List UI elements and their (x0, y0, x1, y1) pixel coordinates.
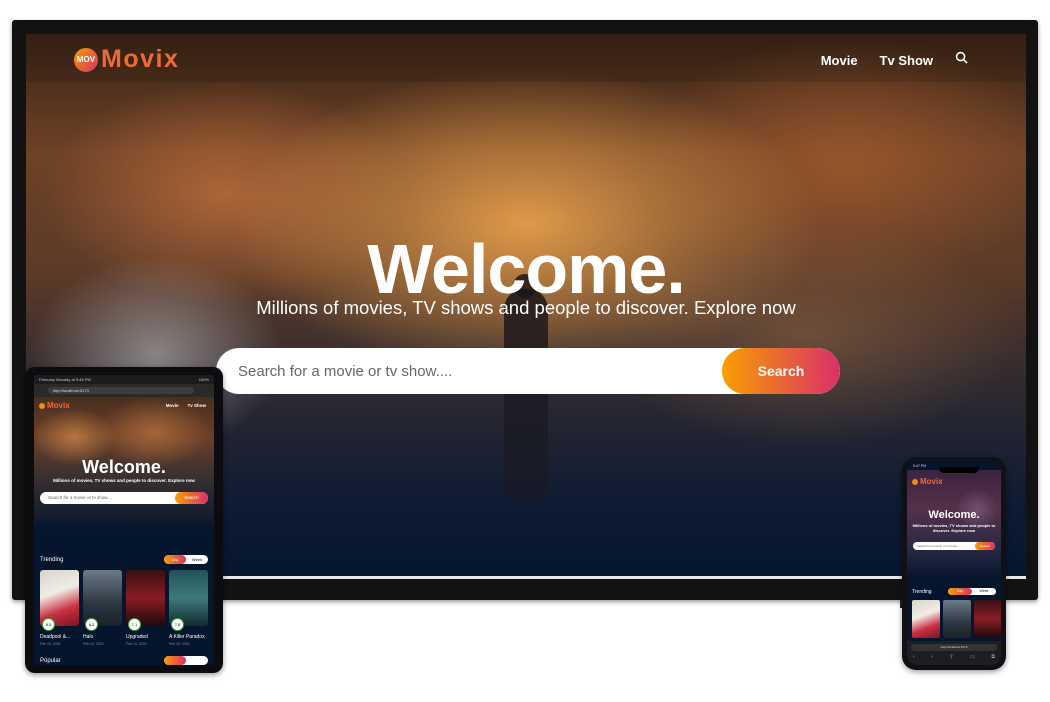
search-input[interactable] (216, 348, 722, 394)
hero-search-bar: Search (216, 348, 840, 394)
phone-logo-text: Movix (920, 477, 943, 486)
switch-day[interactable]: Day (164, 555, 186, 564)
hero-figure (504, 289, 548, 499)
bookmarks-icon[interactable]: ▭ (970, 654, 975, 660)
phone-screen: 9:47 PM Movix Welcome. Millions of movie… (907, 462, 1001, 665)
phone-device: 9:47 PM Movix Welcome. Millions of movie… (902, 457, 1006, 670)
main-nav: Movie Tv Show (799, 51, 968, 69)
back-icon[interactable]: ‹ (913, 654, 915, 660)
rating-badge: 8.0 (42, 618, 55, 631)
tablet-hero-title: Welcome. (82, 457, 166, 477)
tablet-nav-movie[interactable]: Movie (166, 403, 179, 408)
rating-badge: 7.8 (171, 618, 184, 631)
movie-card[interactable]: 7.8 A Killer Paradox Feb 10, 2024 (169, 570, 208, 646)
tablet-url-field[interactable]: http://localhost:5173 (48, 387, 194, 394)
tablet-browser-bar: http://localhost:5173 (34, 384, 214, 397)
phone-search-bar[interactable]: Search for a movie or tv show.... Search (913, 542, 995, 550)
switch-week[interactable]: Week (186, 555, 208, 564)
phone-search-button[interactable]: Search (975, 542, 995, 550)
rating-badge: 8.3 (85, 618, 98, 631)
tabs-icon[interactable]: ⧉ (991, 654, 995, 660)
tablet-logo-text: Movix (47, 401, 70, 410)
movie-title: A Killer Paradox (169, 634, 205, 640)
switch-week[interactable]: Week (972, 588, 996, 595)
rating-badge: 7.1 (128, 618, 141, 631)
tablet-popular-heading: Popular (40, 658, 61, 664)
site-logo[interactable]: MOV Movix (74, 45, 179, 74)
movie-date: Feb 10, 2024 (126, 642, 147, 646)
search-button[interactable]: Search (722, 348, 840, 394)
logo-text: Movix (101, 45, 180, 73)
phone-search-placeholder: Search for a movie or tv show.... (917, 544, 960, 548)
tablet-device: February Monday at 9:46 PM 100% http://l… (25, 367, 223, 673)
tablet-trending-heading: Trending (40, 557, 64, 563)
tablet-search-bar[interactable]: Search for a movie or tv show.... Search (40, 492, 208, 504)
tablet-nav-tv-show[interactable]: Tv Show (187, 403, 206, 408)
phone-trending-heading: Trending (912, 589, 932, 595)
phone-browser-toolbar: ‹ › ⇪ ▭ ⧉ (913, 654, 995, 660)
tablet-screen: February Monday at 9:46 PM 100% http://l… (34, 375, 214, 665)
phone-browser-bar: http://localhost:5173 ‹ › ⇪ ▭ ⧉ (907, 641, 1001, 665)
movie-poster[interactable] (974, 600, 1001, 638)
phone-hero-subtitle: Millions of movies, TV shows and people … (912, 523, 996, 533)
forward-icon[interactable]: › (931, 654, 933, 660)
tablet-logo[interactable]: Movix (39, 401, 70, 410)
tablet-search-placeholder: Search for a movie or tv show.... (48, 495, 113, 500)
movie-card[interactable]: 8.3 Halo Feb 10, 2024 (83, 570, 122, 646)
movie-date: Feb 10, 2024 (40, 642, 61, 646)
logo-badge-icon (39, 402, 45, 409)
movie-title: Deadpool &... (40, 634, 71, 640)
tablet-nav: Movie Tv Show (157, 403, 206, 408)
movie-poster[interactable] (943, 600, 971, 638)
tablet-trending-switch[interactable]: Day Week (164, 555, 208, 564)
tablet-hero-subtitle: Millions of movies, TV shows and people … (53, 478, 195, 483)
logo-badge-icon: MOV (74, 47, 98, 72)
movie-poster[interactable] (912, 600, 940, 638)
logo-badge-icon (912, 478, 918, 485)
movie-date: Feb 10, 2024 (83, 642, 104, 646)
switch-day[interactable]: Day (948, 588, 972, 595)
movie-card[interactable]: 8.0 Deadpool &... Feb 10, 2024 (40, 570, 79, 646)
phone-trending-switch[interactable]: Day Week (948, 588, 996, 595)
movie-title: Halo (83, 634, 94, 640)
tablet-status-time: February Monday at 9:46 PM (39, 377, 91, 382)
movie-card[interactable]: 7.1 Upgraded Feb 10, 2024 (126, 570, 165, 646)
tablet-popular-switch[interactable] (164, 656, 208, 665)
search-icon[interactable] (955, 51, 968, 69)
site-header: MOV Movix Movie Tv Show (26, 34, 1026, 82)
phone-notch (939, 467, 979, 473)
movie-date: Feb 10, 2024 (169, 642, 190, 646)
phone-hero-title: Welcome. (928, 509, 980, 521)
logo-badge-text: MOV (76, 55, 96, 64)
tablet-search-button[interactable]: Search (175, 492, 208, 504)
phone-trending-carousel (912, 600, 1001, 638)
tablet-battery: 100% (198, 377, 209, 382)
tablet-status-bar: February Monday at 9:46 PM 100% (34, 375, 214, 384)
phone-logo[interactable]: Movix (912, 477, 943, 486)
share-icon[interactable]: ⇪ (949, 654, 953, 660)
tablet-trending-carousel: 8.0 Deadpool &... Feb 10, 2024 8.3 Halo … (40, 570, 212, 646)
movie-title: Upgraded (126, 634, 148, 640)
switch-active[interactable] (164, 656, 186, 665)
hero-subtitle: Millions of movies, TV shows and people … (256, 297, 796, 318)
phone-url-field[interactable]: http://localhost:5173 (911, 644, 997, 651)
nav-movie[interactable]: Movie (821, 53, 858, 68)
phone-status-time: 9:47 PM (913, 464, 927, 468)
nav-tv-show[interactable]: Tv Show (880, 53, 933, 68)
